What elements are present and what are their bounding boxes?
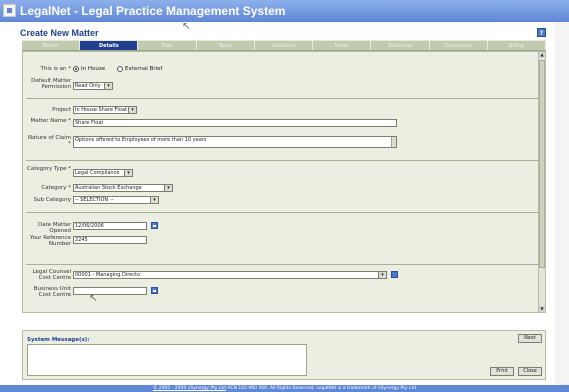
date-opened-label: Date Matter Opened xyxy=(38,222,71,234)
section-divider xyxy=(26,98,539,99)
tab-tasks[interactable]: Tasks xyxy=(197,41,255,50)
tab-documents[interactable]: Documents xyxy=(430,41,488,50)
system-messages-panel: System Message(s): Next Print Close xyxy=(22,330,546,380)
business-unit-input[interactable] xyxy=(73,287,147,295)
cursor-pointer-icon: ↖ xyxy=(89,293,98,304)
date-opened-input[interactable]: 12/06/2006 xyxy=(73,222,147,230)
nature-of-claim-textarea[interactable]: Options offered to Employees of more tha… xyxy=(73,136,397,148)
nature-of-claim-label: Nature of Claim * xyxy=(27,135,71,147)
category-label: Category * xyxy=(41,185,71,191)
copyright-link[interactable]: © 2002 - 2004 nSynergy Pty Ltd xyxy=(153,386,226,391)
tab-details[interactable]: Details xyxy=(80,41,139,50)
app-logo-icon xyxy=(3,4,16,17)
title-bar: LegalNet - Legal Practice Management Sys… xyxy=(0,0,569,22)
your-reference-input[interactable]: 2245 xyxy=(73,236,147,244)
page-title: Create New Matter xyxy=(20,28,99,38)
help-icon[interactable]: ? xyxy=(537,28,546,37)
legal-counsel-select[interactable]: 00001 - Managing Directo xyxy=(73,271,387,279)
cursor-pointer-icon: ↖ xyxy=(182,21,191,32)
radio-external-brief-label: External Brief xyxy=(125,66,163,72)
system-messages-box xyxy=(27,344,307,376)
matter-details-form: ▲ ▼ This is an * In House External Brief… xyxy=(22,51,546,313)
calendar-icon[interactable] xyxy=(151,222,158,229)
legal-counsel-label: Legal Counsel Cost Centre xyxy=(32,269,71,281)
footer: © 2002 - 2004 nSynergy Pty Ltd ACN 102 9… xyxy=(0,385,569,392)
textarea-scrollbar[interactable] xyxy=(391,137,396,147)
category-type-label: Category Type * xyxy=(26,166,71,172)
matter-name-label: Matter Name * xyxy=(30,118,71,124)
scroll-thumb[interactable] xyxy=(539,60,545,268)
business-unit-lookup-icon[interactable] xyxy=(151,287,158,294)
app-title: LegalNet - Legal Practice Management Sys… xyxy=(20,4,286,18)
tab-files[interactable]: Files xyxy=(138,41,197,50)
category-select[interactable]: Australian Stock Exchange xyxy=(73,184,173,192)
section-divider xyxy=(26,212,539,213)
tab-relations[interactable]: Relations xyxy=(371,41,430,50)
window-right-edge xyxy=(555,22,569,385)
footer-text: © 2002 - 2004 nSynergy Pty Ltd ACN 102 9… xyxy=(0,385,569,392)
default-permission-select[interactable]: Read Only xyxy=(73,82,113,90)
section-divider xyxy=(26,160,539,161)
default-permission-label: Default Matter Permission xyxy=(31,78,71,90)
print-button[interactable]: Print xyxy=(490,367,514,376)
footer-rest: ACN 102 960 560. All Rights Reserved. Le… xyxy=(226,386,417,391)
project-label: Project xyxy=(52,107,71,113)
section-divider xyxy=(26,264,539,265)
sub-category-select[interactable]: -- SELECTION -- xyxy=(73,196,159,204)
close-button[interactable]: Close xyxy=(518,367,542,376)
next-button[interactable]: Next xyxy=(518,334,542,343)
project-select[interactable]: In House Share Float xyxy=(73,106,137,114)
tab-billing[interactable]: Billing xyxy=(488,41,546,50)
radio-in-house[interactable] xyxy=(73,66,79,72)
radio-in-house-label: In House xyxy=(81,66,106,72)
tab-additions[interactable]: Additions xyxy=(255,41,314,50)
radio-external-brief[interactable] xyxy=(117,66,123,72)
business-unit-label: Business Unit Cost Centre xyxy=(33,286,71,298)
form-scrollbar[interactable]: ▲ ▼ xyxy=(538,52,545,312)
this-is-an-label: This is an * xyxy=(40,66,71,72)
matter-name-input[interactable]: Share Float xyxy=(73,119,397,127)
your-reference-label: Your Reference Number xyxy=(29,235,71,247)
lookup-icon[interactable] xyxy=(391,271,398,278)
scroll-up-icon[interactable]: ▲ xyxy=(539,52,545,58)
system-messages-label: System Message(s): xyxy=(27,337,90,343)
tab-notes[interactable]: Notes xyxy=(313,41,372,50)
tab-bar: Matter Details Files Tasks Additions Not… xyxy=(22,40,546,51)
scroll-down-icon[interactable]: ▼ xyxy=(539,306,545,312)
sub-category-label: Sub Category xyxy=(33,197,71,203)
nature-of-claim-text: Options offered to Employees of more tha… xyxy=(75,137,207,143)
category-type-select[interactable]: Legal Compliance xyxy=(73,169,133,177)
tab-matter[interactable]: Matter xyxy=(22,41,81,50)
